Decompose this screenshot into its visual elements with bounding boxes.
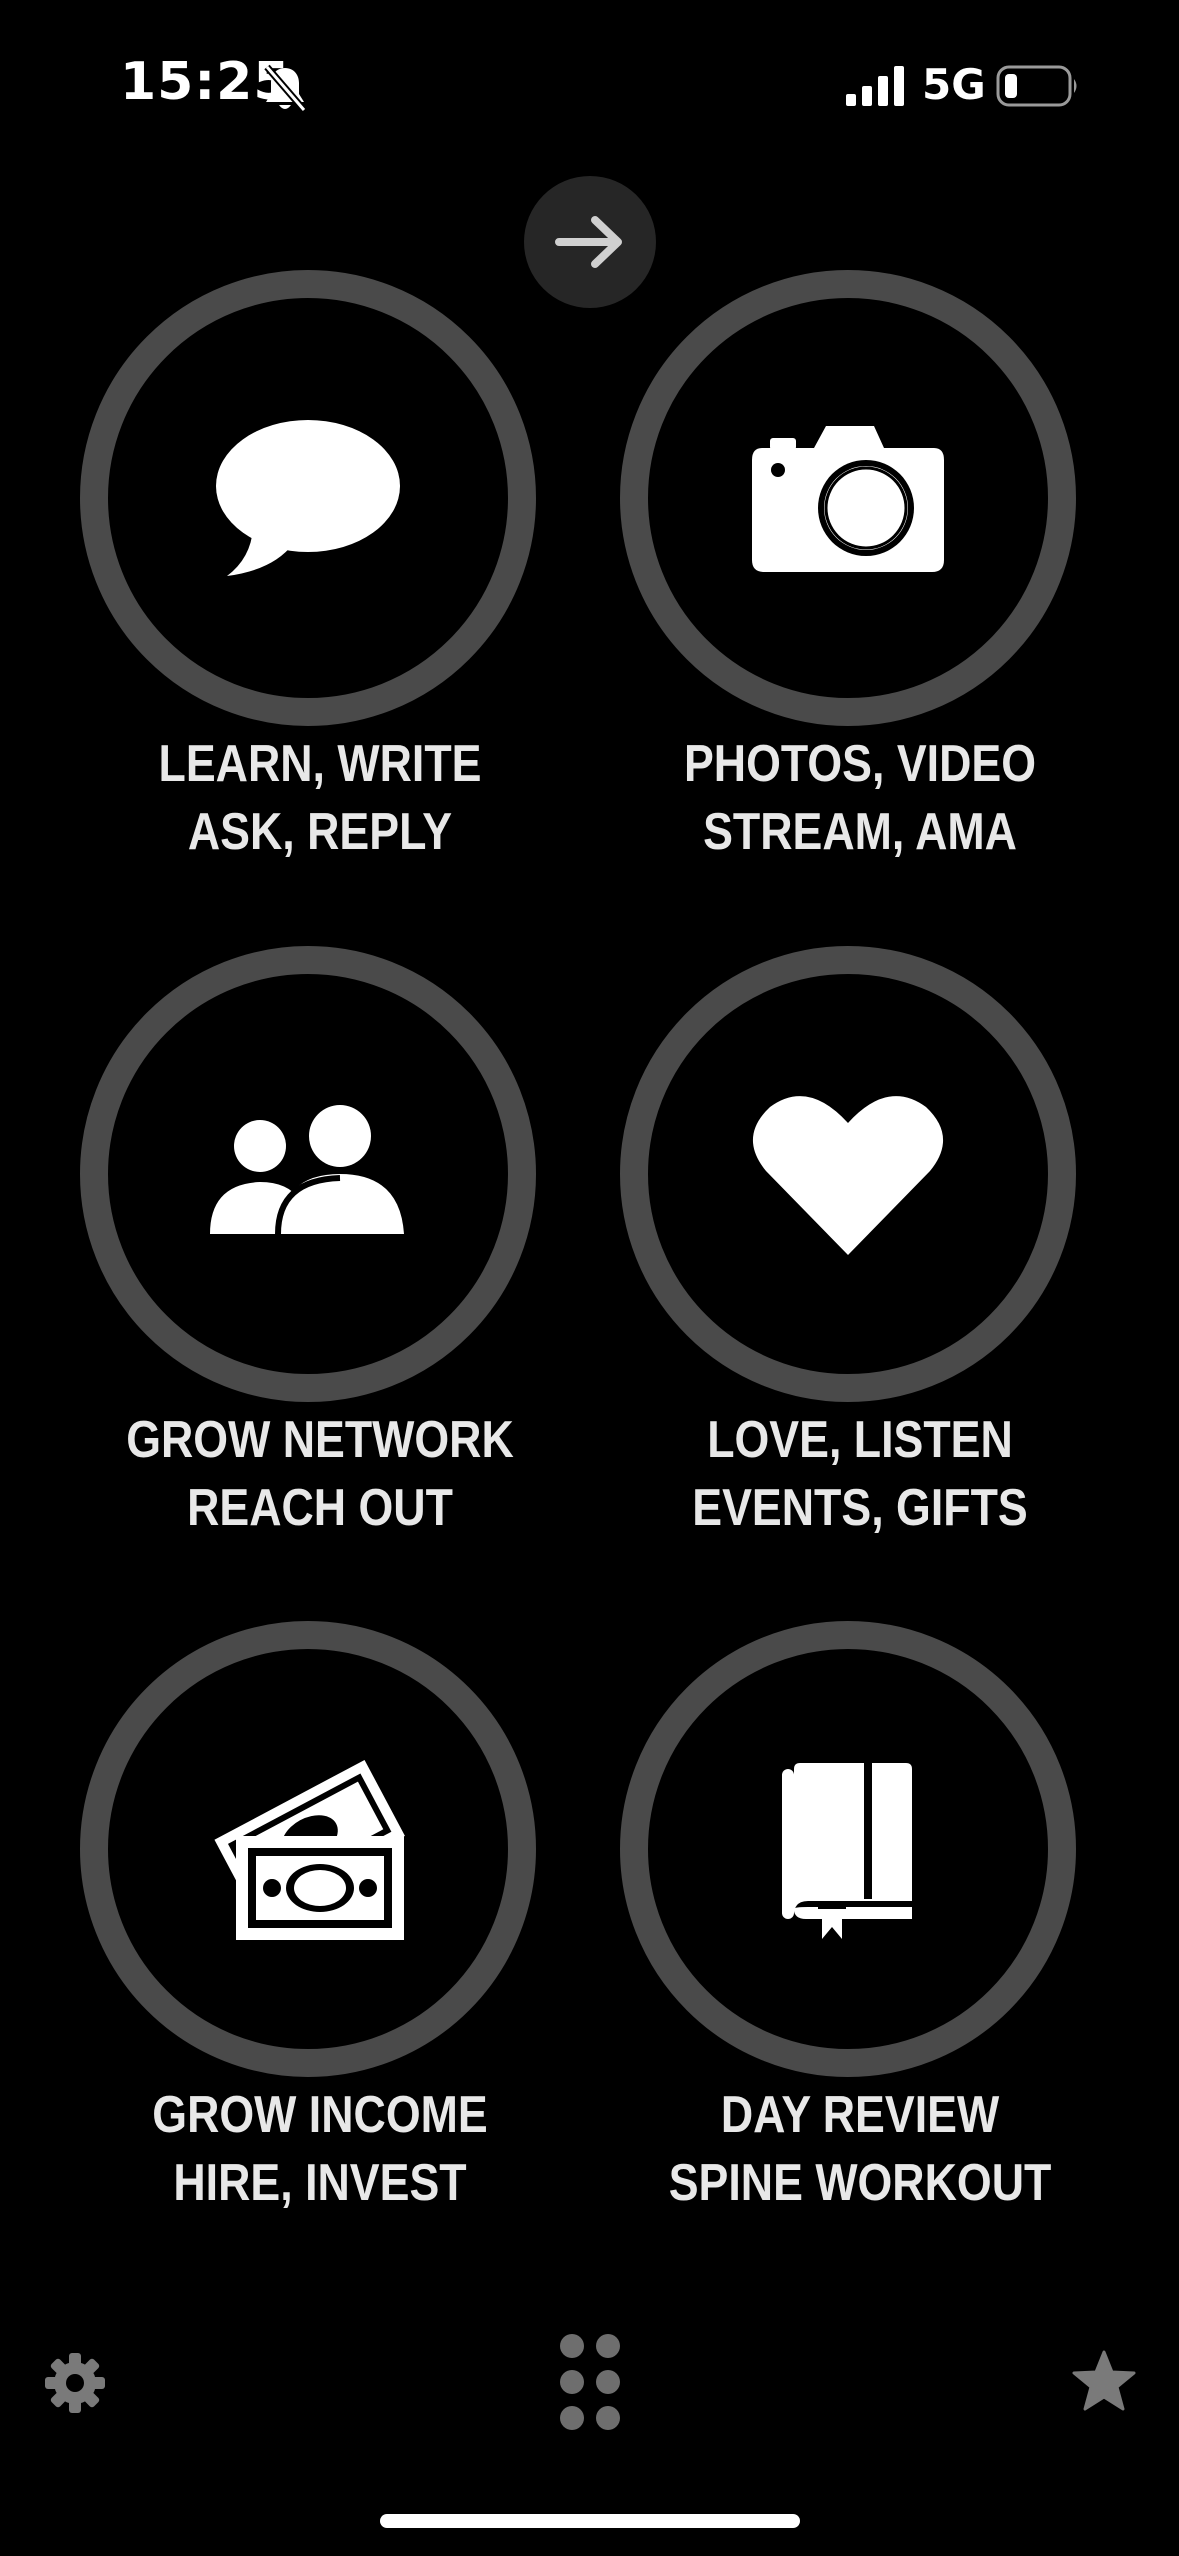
tile-grow-income[interactable]: GROW INCOME HIRE, INVEST [0, 1621, 540, 2261]
bell-slash-icon [264, 64, 307, 113]
tile-label: GROW NETWORK REACH OUT [126, 1411, 514, 1537]
home-indicator[interactable] [380, 2514, 800, 2528]
network-type: 5G [922, 60, 986, 109]
tile-learn-write[interactable]: LEARN, WRITE ASK, REPLY [0, 270, 540, 910]
camera-icon [752, 426, 944, 572]
tile-label: LOVE, LISTEN EVENTS, GIFTS [692, 1411, 1028, 1537]
chat-bubble-icon [216, 420, 400, 576]
gear-icon[interactable] [44, 2352, 106, 2414]
tile-ring [620, 1621, 1076, 2077]
tile-ring [80, 1621, 536, 2077]
tile-day-review[interactable]: DAY REVIEW SPINE WORKOUT [540, 1621, 1080, 2261]
tile-ring [80, 946, 536, 1402]
money-icon [214, 1759, 405, 1940]
star-icon[interactable] [1072, 2350, 1136, 2412]
people-icon [210, 1105, 404, 1235]
signal-bars-icon [846, 66, 904, 106]
tile-ring [80, 270, 536, 726]
tile-label: LEARN, WRITE ASK, REPLY [158, 735, 482, 861]
tile-ring [620, 946, 1076, 1402]
tile-love-listen[interactable]: LOVE, LISTEN EVENTS, GIFTS [540, 946, 1080, 1586]
arrow-right-icon [555, 216, 622, 268]
heart-icon [752, 1096, 944, 1255]
tile-label: DAY REVIEW SPINE WORKOUT [668, 2086, 1052, 2212]
book-icon [782, 1763, 912, 1939]
tile-label: PHOTOS, VIDEO STREAM, AMA [683, 735, 1037, 861]
tile-grow-network[interactable]: GROW NETWORK REACH OUT [0, 946, 540, 1586]
tile-photos-video[interactable]: PHOTOS, VIDEO STREAM, AMA [540, 270, 1080, 910]
tile-ring [620, 270, 1076, 726]
apps-grid-icon[interactable] [558, 2332, 622, 2432]
tile-label: GROW INCOME HIRE, INVEST [152, 2086, 488, 2212]
battery-low-icon [996, 65, 1077, 107]
